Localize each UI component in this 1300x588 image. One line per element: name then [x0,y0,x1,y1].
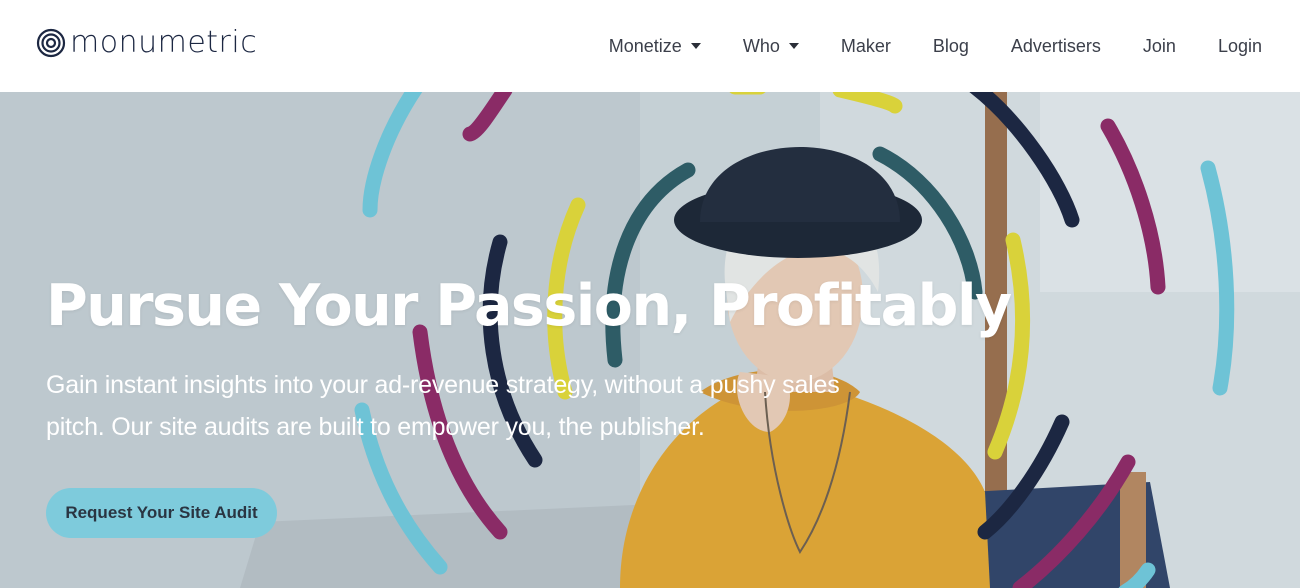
arc [362,92,423,218]
nav-item-login[interactable]: Login [1218,36,1262,57]
caret-down-icon [690,43,701,49]
nav-item-label: Maker [840,35,891,56]
arc [987,232,1031,460]
arc [832,92,903,114]
nav-item-label: Advertisers [1010,35,1101,56]
nav-item-maker[interactable]: Maker [841,36,891,57]
hero-section: Pursue Your Passion, Profitably Gain ins… [0,92,1300,588]
nav-item-join[interactable]: Join [1143,36,1176,57]
caret-down-icon [788,43,799,49]
arc [1200,160,1235,396]
nav-item-label: Login [1217,35,1262,56]
brand-name: monumetric [70,25,258,60]
arc [872,146,983,300]
arc [969,92,1080,228]
nav-item-blog[interactable]: Blog [933,36,969,57]
nav-item-label: Monetize [608,35,682,56]
nav-item-label: Join [1142,35,1176,56]
arc [462,92,513,142]
hero-title: Pursue Your Passion, Profitably [46,273,1012,339]
hero-subtitle: Gain instant insights into your ad-reven… [46,371,840,441]
nav-item-advertisers[interactable]: Advertisers [1011,36,1101,57]
arc [1100,118,1166,295]
nav-item-monetize[interactable]: Monetize [609,36,701,57]
nav-item-label: Blog [932,35,969,56]
brand-logo[interactable]: monumetric [36,28,257,58]
arc [1118,562,1156,588]
site-header: monumetric Monetize Who Maker Blog Adver… [0,0,1300,92]
logo-rings-icon [36,28,66,58]
nav-item-who[interactable]: Who [743,36,799,57]
request-site-audit-button[interactable]: Request Your Site Audit [46,488,277,538]
nav-item-label: Who [742,35,780,56]
main-nav: Monetize Who Maker Blog Advertisers Join… [609,30,1262,62]
